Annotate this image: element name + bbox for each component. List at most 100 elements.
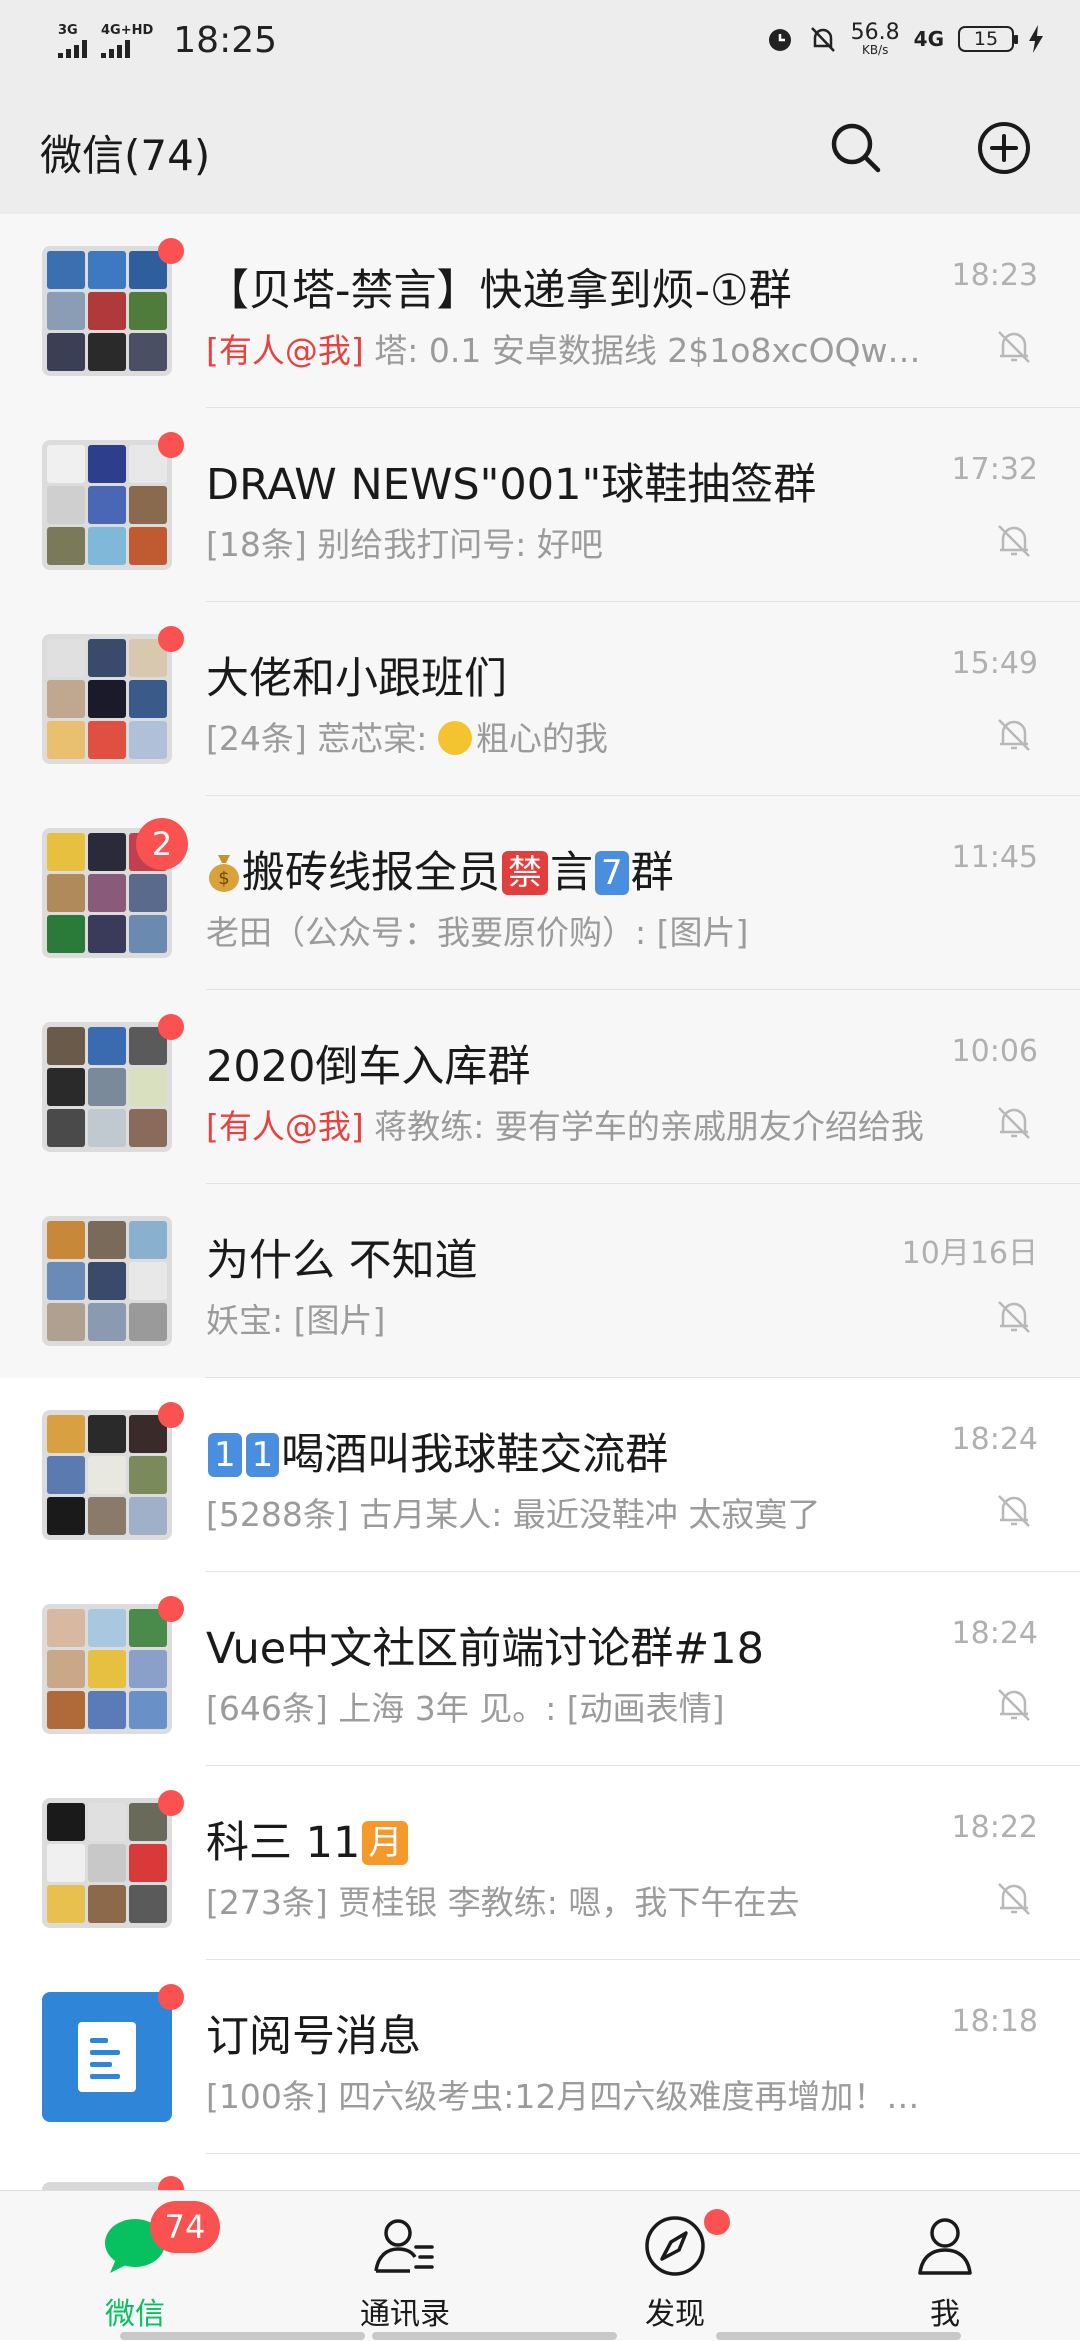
mute-bell-icon bbox=[998, 1301, 1030, 1333]
chat-preview: [646条] 上海 3年 见。: [动画表情] bbox=[206, 1689, 725, 1728]
chat-name: 为什么 不知道 bbox=[206, 1236, 478, 1286]
chat-item[interactable]: 为什么 不知道 妖宝: [图片] 10月16日 bbox=[0, 1184, 1080, 1378]
chat-name: 订阅号消息 bbox=[206, 2012, 421, 2062]
mute-bell-icon bbox=[998, 1107, 1030, 1139]
chat-name-part: 喝酒叫我球鞋交流群 bbox=[281, 1430, 669, 1480]
notifications-off-icon bbox=[810, 27, 835, 52]
group-avatar bbox=[42, 1604, 172, 1734]
chat-item[interactable]: 2020倒车入库群 [有人@我] 蒋教练: 要有学车的亲戚朋友介绍给我 10:0… bbox=[0, 990, 1080, 1184]
unread-dot bbox=[158, 1402, 184, 1428]
preview-text: 蒋教练: 要有学车的亲戚朋友介绍给我 bbox=[363, 1107, 924, 1146]
chat-name: Vue中文社区前端讨论群#18 bbox=[206, 1624, 764, 1674]
chat-time: 17:32 bbox=[951, 452, 1038, 487]
svg-text:$: $ bbox=[218, 868, 229, 889]
chat-item[interactable]: 2 $ 搬砖线报全员禁言 7 群 老田（公众号：我要原价购）: [图片] 11:45 bbox=[0, 796, 1080, 990]
chat-item[interactable]: 【贝塔-禁言】快递拿到烦-①群 [有人@我] 塔: 0.1 安卓数据线 2$1o… bbox=[0, 214, 1080, 408]
unread-dot bbox=[158, 238, 184, 264]
unread-dot bbox=[158, 1014, 184, 1040]
tab-chats[interactable]: 74 微信 bbox=[0, 2191, 270, 2341]
page-title: 微信(74) bbox=[40, 131, 211, 180]
charging-icon bbox=[1029, 25, 1043, 53]
mention-tag: [有人@我] bbox=[206, 331, 364, 370]
chat-preview: [有人@我] 塔: 0.1 安卓数据线 2$1o8xcOQwXC1$ bbox=[206, 324, 926, 372]
status-time: 18:25 bbox=[173, 20, 278, 61]
unread-dot bbox=[158, 2176, 184, 2190]
preview-text-after: 粗心的我 bbox=[475, 719, 608, 758]
chat-item[interactable]: DRAW NEWS"001"球鞋抽签群 [18条] 别给我打问号: 好吧 17:… bbox=[0, 408, 1080, 602]
mute-bell-icon bbox=[998, 1883, 1030, 1915]
preview-text: 塔: 0.1 安卓数据线 2$1o8xcOQwXC1$ bbox=[363, 331, 926, 370]
status-bar: 3G 4G+HD 18:25 56.8 KB/s 4G 15 bbox=[0, 0, 1080, 88]
bottom-tab-bar: 74 微信 通讯录 发现 我 bbox=[0, 2190, 1080, 2340]
signal-3g-icon: 3G bbox=[58, 22, 87, 58]
mention-tag: [有人@我] bbox=[206, 1107, 364, 1146]
money-bag-icon: $ bbox=[209, 855, 239, 892]
mute-bell-icon bbox=[998, 331, 1030, 363]
signal-2-label: 4G+HD bbox=[101, 22, 154, 38]
unread-dot bbox=[158, 626, 184, 652]
chat-preview: 妖宝: [图片] bbox=[206, 1301, 386, 1340]
chat-name-part: 群 bbox=[630, 848, 674, 898]
prohibited-emoji-badge: 禁 bbox=[502, 851, 548, 895]
chat-time: 18:24 bbox=[951, 1422, 1038, 1457]
chat-name: 科三 11 月 bbox=[206, 1808, 886, 1870]
keycap-emoji-badge: 7 bbox=[595, 851, 629, 895]
chat-preview: [5288条] 古月某人: 最近没鞋冲 太寂寞了 bbox=[206, 1495, 821, 1534]
group-avatar bbox=[42, 1410, 172, 1540]
unread-dot bbox=[158, 1984, 184, 2010]
chat-name: 1 1 喝酒叫我球鞋交流群 bbox=[206, 1420, 886, 1482]
chat-name-part: 言 bbox=[550, 848, 593, 898]
tab-contacts[interactable]: 通讯录 bbox=[270, 2191, 540, 2341]
mute-bell-icon bbox=[998, 525, 1030, 557]
network-speed: 56.8 KB/s bbox=[850, 20, 900, 57]
chat-preview: [24条] 莣芯宲: 粗心的我 bbox=[206, 712, 926, 760]
chat-preview: [273条] 贾桂银 李教练: 嗯，我下午在去 bbox=[206, 1883, 800, 1922]
person-icon bbox=[918, 2218, 972, 2275]
unread-dot bbox=[158, 1790, 184, 1816]
grin-emoji-icon bbox=[437, 721, 472, 755]
chat-time: 18:23 bbox=[951, 258, 1038, 293]
chat-item-partial[interactable] bbox=[0, 2154, 1080, 2194]
mute-bell-icon bbox=[998, 1495, 1030, 1527]
chat-preview: [18条] 别给我打问号: 好吧 bbox=[206, 525, 603, 564]
group-avatar bbox=[42, 1022, 172, 1152]
chat-name: 【贝塔-禁言】快递拿到烦-①群 bbox=[206, 266, 792, 316]
chat-item[interactable]: 科三 11 月 [273条] 贾桂银 李教练: 嗯，我下午在去 18:22 bbox=[0, 1766, 1080, 1960]
group-avatar bbox=[42, 634, 172, 764]
chat-time: 18:24 bbox=[951, 1616, 1038, 1651]
tab-label: 我 bbox=[930, 2297, 960, 2332]
mute-bell-icon bbox=[998, 719, 1030, 751]
signal-1-label: 3G bbox=[58, 22, 78, 38]
chat-time: 10:06 bbox=[951, 1034, 1038, 1069]
chat-item[interactable]: 大佬和小跟班们 [24条] 莣芯宲: 粗心的我 15:49 bbox=[0, 602, 1080, 796]
search-icon[interactable] bbox=[826, 118, 886, 178]
keycap-emoji-badge: 1 bbox=[208, 1433, 242, 1477]
compass-icon bbox=[645, 2216, 705, 2276]
contacts-icon bbox=[374, 2219, 434, 2273]
unread-dot bbox=[158, 1596, 184, 1622]
month-emoji-badge: 月 bbox=[362, 1821, 409, 1865]
app-header: 微信(74) bbox=[0, 88, 1080, 214]
chat-name: 大佬和小跟班们 bbox=[206, 654, 507, 704]
gesture-indicators bbox=[0, 2332, 1080, 2340]
chat-item[interactable]: Vue中文社区前端讨论群#18 [646条] 上海 3年 见。: [动画表情] … bbox=[0, 1572, 1080, 1766]
chat-preview: [100条] 四六级考虫:12月四六级难度再增加！来测测 bbox=[206, 2077, 926, 2116]
chat-time: 15:49 bbox=[951, 646, 1038, 681]
tab-discover[interactable]: 发现 bbox=[540, 2191, 810, 2341]
preview-text: [24条] 莣芯宲: bbox=[206, 719, 438, 758]
alarm-icon bbox=[768, 29, 791, 51]
chat-time: 18:22 bbox=[951, 1810, 1038, 1845]
chat-item[interactable]: 1 1 喝酒叫我球鞋交流群 [5288条] 古月某人: 最近没鞋冲 太寂寞了 18:… bbox=[0, 1378, 1080, 1572]
unread-total-badge: 74 bbox=[150, 2201, 220, 2253]
chat-preview: 老田（公众号：我要原价购）: [图片] bbox=[206, 913, 749, 952]
chat-list: 【贝塔-禁言】快递拿到烦-①群 [有人@我] 塔: 0.1 安卓数据线 2$1o… bbox=[0, 214, 1080, 2154]
chat-time: 11:45 bbox=[951, 840, 1038, 875]
add-icon[interactable] bbox=[974, 118, 1034, 178]
speed-value: 56.8 bbox=[850, 20, 900, 45]
subscription-avatar bbox=[42, 1992, 172, 2122]
chat-time: 18:18 bbox=[951, 2004, 1038, 2039]
chat-name: $ 搬砖线报全员禁言 7 群 bbox=[206, 838, 886, 900]
chat-item[interactable]: 订阅号消息 [100条] 四六级考虫:12月四六级难度再增加！来测测 18:18 bbox=[0, 1960, 1080, 2154]
tab-me[interactable]: 我 bbox=[810, 2191, 1080, 2341]
mute-bell-icon bbox=[998, 1689, 1030, 1721]
